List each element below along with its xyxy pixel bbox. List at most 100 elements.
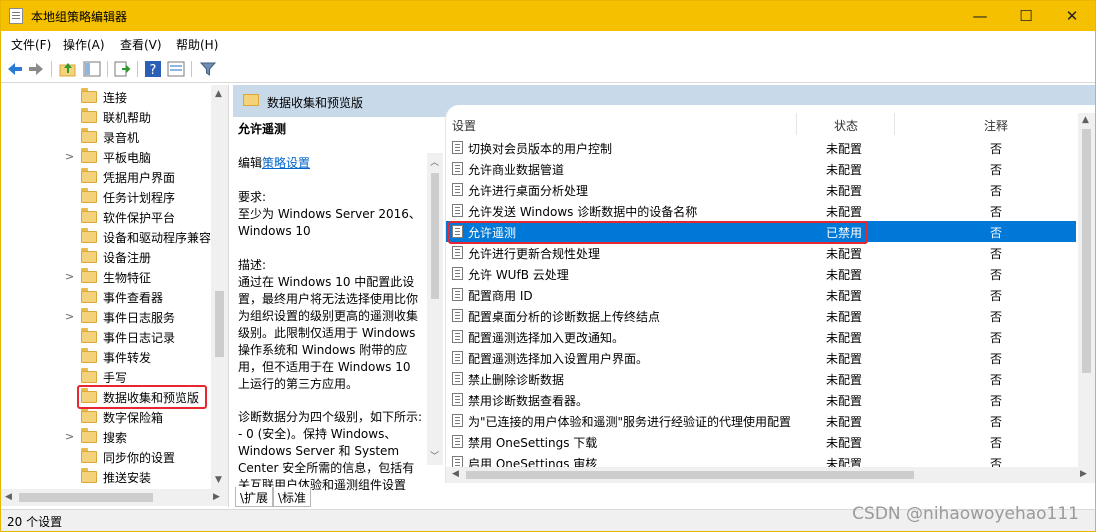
tree-item[interactable]: 同步你的设置 xyxy=(1,447,211,467)
folder-icon xyxy=(81,208,97,223)
chevron-right-icon[interactable]: > xyxy=(65,310,74,323)
policy-setting-icon xyxy=(452,435,463,448)
setting-row[interactable]: 配置商用 ID 未配置 否 xyxy=(446,284,1076,305)
gpedit-app-icon xyxy=(9,8,23,24)
policy-setting-icon xyxy=(452,456,463,467)
tree-item[interactable]: 联机帮助 xyxy=(1,107,211,127)
tree-item[interactable]: 连接 xyxy=(1,87,211,107)
tree-item-label: 搜索 xyxy=(103,431,128,445)
close-button[interactable]: ✕ xyxy=(1049,1,1095,31)
show-hide-tree-icon[interactable] xyxy=(83,60,101,78)
folder-icon xyxy=(81,428,97,443)
policy-setting-icon xyxy=(452,309,463,322)
list-scroll-up-icon[interactable]: ▲ xyxy=(1082,115,1089,125)
setting-note: 否 xyxy=(990,184,1003,198)
chevron-right-icon[interactable]: > xyxy=(65,150,74,163)
tree-hscroll-thumb[interactable] xyxy=(19,493,153,502)
setting-row[interactable]: 为"已连接的用户体验和遥测"服务进行经验证的代理使用配置 未配置 否 xyxy=(446,410,1076,431)
setting-row[interactable]: 允许 WUfB 云处理 未配置 否 xyxy=(446,263,1076,284)
policy-setting-icon xyxy=(452,141,463,154)
toolbar: ? xyxy=(1,55,1095,83)
desc-scroll-up-icon[interactable]: ︿ xyxy=(430,155,439,168)
list-scroll-left-icon[interactable]: ◀ xyxy=(452,469,459,479)
help-icon[interactable]: ? xyxy=(144,60,162,78)
tab-standard[interactable]: \标准 xyxy=(273,487,312,507)
settings-horizontal-scrollbar[interactable]: ◀ ▶ xyxy=(446,467,1095,483)
setting-name: 为"已连接的用户体验和遥测"服务进行经验证的代理使用配置 xyxy=(468,415,792,429)
scroll-left-arrow-icon[interactable]: ◀ xyxy=(5,492,12,502)
tree-item[interactable]: > 生物特征 xyxy=(1,267,211,287)
policy-setting-icon xyxy=(452,204,463,217)
description-label: 描述: xyxy=(238,258,267,272)
tree-item[interactable]: 数字保险箱 xyxy=(1,407,211,427)
export-list-icon[interactable] xyxy=(113,60,131,78)
setting-row[interactable]: 禁止删除诊断数据 未配置 否 xyxy=(446,368,1076,389)
up-folder-icon[interactable] xyxy=(59,60,77,78)
scroll-down-arrow-icon[interactable]: ▼ xyxy=(215,475,222,485)
column-note[interactable]: 注释 xyxy=(984,117,1008,134)
tree-item[interactable]: 手写 xyxy=(1,367,211,387)
folder-icon xyxy=(81,128,97,143)
description-scroll-thumb[interactable] xyxy=(431,173,439,299)
tree-item[interactable]: 任务计划程序 xyxy=(1,187,211,207)
menu-action[interactable]: 操作(A) xyxy=(63,36,105,53)
tree-item[interactable]: 设备注册 xyxy=(1,247,211,267)
tree-item[interactable]: > 平板电脑 xyxy=(1,147,211,167)
menu-help[interactable]: 帮助(H) xyxy=(176,36,218,53)
tree-item[interactable]: 软件保护平台 xyxy=(1,207,211,227)
settings-scroll-thumb[interactable] xyxy=(1082,129,1091,373)
setting-state: 未配置 xyxy=(826,457,863,467)
menu-view[interactable]: 查看(V) xyxy=(120,36,162,53)
policy-tree: 连接 联机帮助 录音机 > 平板电脑 凭据用户界面 任务计划程序 软件保护平台 设备和驱动程序兼… xyxy=(1,85,229,507)
setting-row[interactable]: 允许商业数据管道 未配置 否 xyxy=(446,158,1076,179)
settings-hscroll-thumb[interactable] xyxy=(466,471,914,479)
tree-item[interactable]: > 事件日志服务 xyxy=(1,307,211,327)
setting-row[interactable]: 配置桌面分析的诊断数据上传终结点 未配置 否 xyxy=(446,305,1076,326)
back-icon[interactable] xyxy=(6,60,24,78)
title-bar[interactable]: 本地组策略编辑器 — ☐ ✕ xyxy=(1,1,1095,31)
tree-item[interactable]: 设备和驱动程序兼容 xyxy=(1,227,211,247)
filter-icon[interactable] xyxy=(199,60,217,78)
properties-icon[interactable] xyxy=(167,60,185,78)
setting-row[interactable]: 配置遥测选择加入设置用户界面。 未配置 否 xyxy=(446,347,1076,368)
tree-item[interactable]: 事件日志记录 xyxy=(1,327,211,347)
column-setting[interactable]: 设置 xyxy=(452,117,476,134)
edit-policy-line: 编辑策略设置 xyxy=(238,155,310,172)
setting-row[interactable]: 配置遥测选择加入更改通知。 未配置 否 xyxy=(446,326,1076,347)
maximize-button[interactable]: ☐ xyxy=(1003,1,1049,31)
setting-state: 未配置 xyxy=(826,310,863,324)
setting-row[interactable]: 允许发送 Windows 诊断数据中的设备名称 未配置 否 xyxy=(446,200,1076,221)
column-state[interactable]: 状态 xyxy=(834,117,858,134)
scroll-right-arrow-icon[interactable]: ▶ xyxy=(213,492,220,502)
chevron-right-icon[interactable]: > xyxy=(65,270,74,283)
setting-note: 否 xyxy=(990,394,1003,408)
folder-icon xyxy=(81,408,97,423)
desc-scroll-down-icon[interactable]: ﹀ xyxy=(430,449,439,462)
tree-item[interactable]: > 搜索 xyxy=(1,427,211,447)
menu-file[interactable]: 文件(F) xyxy=(11,36,51,53)
tree-item[interactable]: 凭据用户界面 xyxy=(1,167,211,187)
tree-scroll-thumb[interactable] xyxy=(215,291,224,357)
tree-item[interactable]: 推送安装 xyxy=(1,467,211,487)
scroll-up-arrow-icon[interactable]: ▲ xyxy=(215,89,222,99)
edit-policy-link[interactable]: 策略设置 xyxy=(262,156,310,170)
chevron-right-icon[interactable]: > xyxy=(65,430,74,443)
tree-vertical-scrollbar[interactable]: ▲ ▼ xyxy=(211,85,228,489)
setting-row[interactable]: 允许进行更新合规性处理 未配置 否 xyxy=(446,242,1076,263)
tree-item[interactable]: 事件转发 xyxy=(1,347,211,367)
tree-item[interactable]: 事件查看器 xyxy=(1,287,211,307)
list-scroll-right-icon[interactable]: ▶ xyxy=(1080,469,1087,479)
description-scrollbar[interactable]: ︿ ﹀ xyxy=(427,153,443,465)
setting-state: 未配置 xyxy=(826,289,863,303)
tree-item[interactable]: 录音机 xyxy=(1,127,211,147)
setting-row[interactable]: 启用 OneSettings 审核 未配置 否 xyxy=(446,452,1076,467)
minimize-button[interactable]: — xyxy=(957,1,1003,31)
settings-vertical-scrollbar[interactable]: ▲ xyxy=(1078,113,1095,467)
setting-row[interactable]: 禁用诊断数据查看器。 未配置 否 xyxy=(446,389,1076,410)
setting-row[interactable]: 允许进行桌面分析处理 未配置 否 xyxy=(446,179,1076,200)
setting-row[interactable]: 禁用 OneSettings 下载 未配置 否 xyxy=(446,431,1076,452)
setting-row[interactable]: 切换对会员版本的用户控制 未配置 否 xyxy=(446,137,1076,158)
forward-icon[interactable] xyxy=(27,60,45,78)
tree-horizontal-scrollbar[interactable]: ◀ ▶ xyxy=(1,489,228,506)
tab-extended[interactable]: \扩展 xyxy=(235,487,274,507)
